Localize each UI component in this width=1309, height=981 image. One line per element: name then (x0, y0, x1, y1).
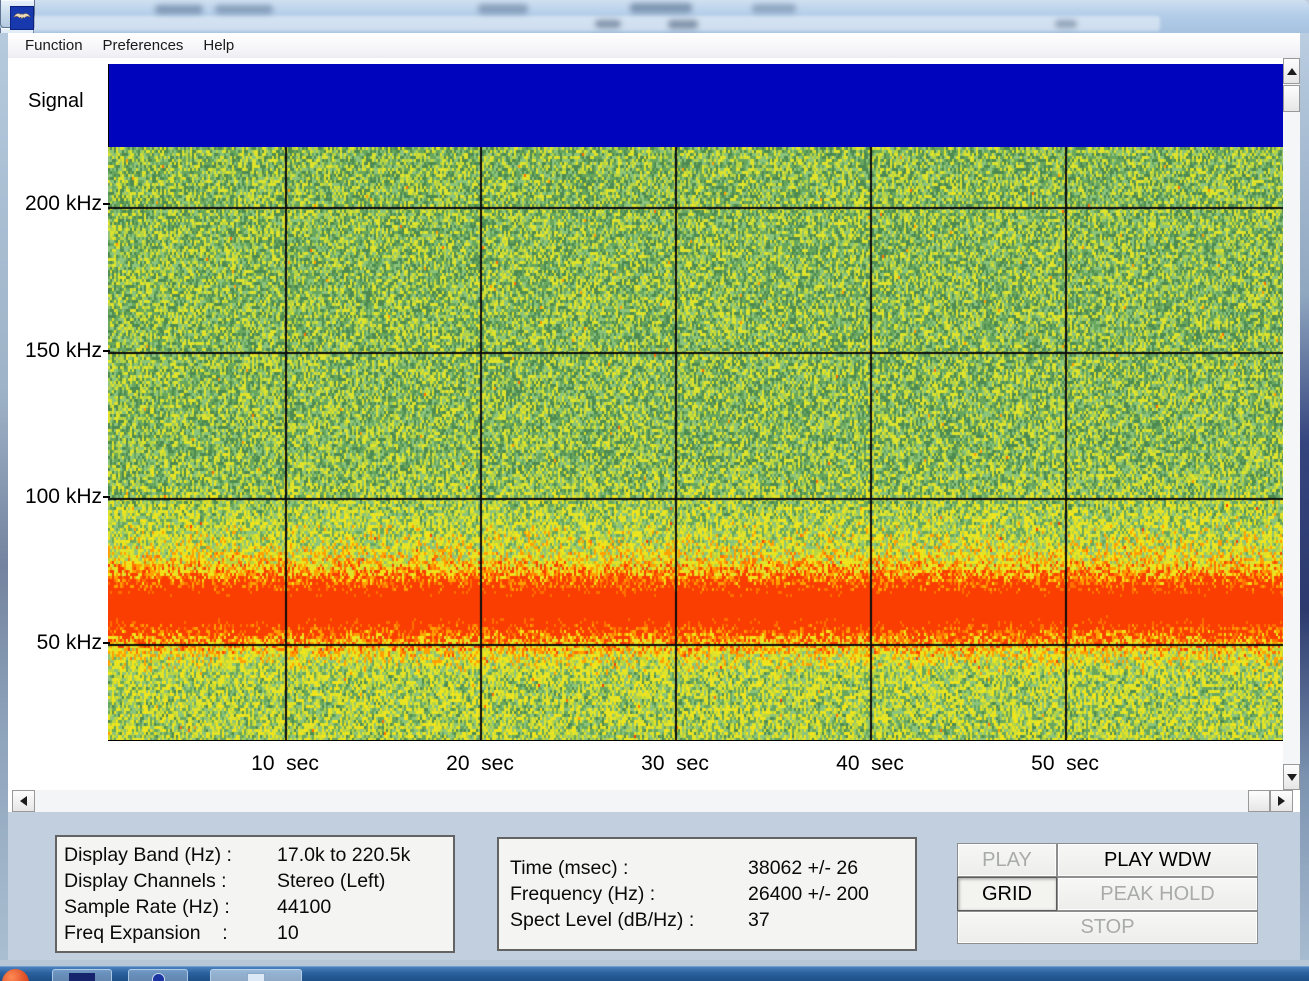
scroll-up-button[interactable] (1283, 58, 1300, 84)
ytick-100khz: 100 kHz (8, 485, 102, 509)
freq-expansion-label: Freq Expansion : (64, 920, 277, 946)
time-value: 38062 +/- 26 (748, 855, 858, 881)
menu-help[interactable]: Help (194, 37, 243, 54)
bat-icon (12, 8, 32, 28)
horizontal-scrollbar[interactable] (12, 790, 1293, 812)
ghost-toolbar-blob (595, 20, 621, 28)
display-band-label: Display Band (Hz) : (64, 842, 277, 868)
spect-level-row: Spect Level (dB/Hz) :37 (510, 907, 915, 933)
display-band-value: 17.0k to 220.5k (277, 842, 410, 868)
vertical-scroll-thumb[interactable] (1283, 85, 1300, 112)
sample-rate-label: Sample Rate (Hz) : (64, 894, 277, 920)
scroll-left-button[interactable] (12, 790, 35, 812)
freq-expansion-value: 10 (277, 920, 299, 946)
sample-rate-row: Sample Rate (Hz) :44100 (64, 894, 453, 920)
frequency-value: 26400 +/- 200 (748, 881, 869, 907)
ghost-text (752, 4, 796, 13)
display-channels-value: Stereo (Left) (277, 868, 385, 894)
signal-label: Signal (28, 90, 84, 113)
ghost-toolbar-blob (1055, 20, 1077, 28)
app-icon (247, 973, 265, 981)
vertical-scrollbar[interactable] (1283, 58, 1300, 790)
display-settings-panel: Display Band (Hz) :17.0k to 220.5k Displ… (55, 835, 455, 953)
xtick-20sec: 20 sec (410, 752, 550, 776)
xtick-10sec: 10 sec (215, 752, 355, 776)
app-icon-bat (10, 6, 34, 30)
ghost-text (630, 3, 692, 13)
taskbar-item-3[interactable] (210, 969, 302, 981)
stop-button[interactable]: STOP (957, 911, 1258, 944)
screen: ✕ Function Preferences Help Signal 200 k… (0, 0, 1309, 981)
taskbar-item-1[interactable] (52, 969, 112, 981)
spectrogram-view: Signal 200 kHz 150 kHz 100 kHz 50 kHz 10… (8, 58, 1300, 812)
peak-hold-button[interactable]: PEAK HOLD (1057, 877, 1258, 911)
xtick-30sec: 30 sec (605, 752, 745, 776)
ytick-mark (103, 496, 110, 498)
cursor-readout-panel: Time (msec) :38062 +/- 26 Frequency (Hz)… (497, 837, 917, 951)
ghost-text (478, 4, 528, 14)
titlebar[interactable]: ✕ (0, 0, 1309, 33)
menu-preferences[interactable]: Preferences (94, 37, 193, 54)
menu-function[interactable]: Function (16, 37, 92, 54)
xtick-40sec: 40 sec (800, 752, 940, 776)
frequency-row: Frequency (Hz) :26400 +/- 200 (510, 881, 915, 907)
spect-level-label: Spect Level (dB/Hz) : (510, 907, 748, 933)
window-left-border (0, 33, 8, 966)
arrow-right-icon (1278, 796, 1285, 806)
menubar: Function Preferences Help (8, 33, 1300, 59)
ghost-text (215, 5, 273, 14)
arrow-left-icon (20, 796, 27, 806)
time-label: Time (msec) : (510, 855, 748, 881)
display-channels-row: Display Channels :Stereo (Left) (64, 868, 453, 894)
start-button[interactable] (2, 969, 29, 981)
spectrogram-canvas[interactable] (108, 147, 1283, 741)
taskbar (0, 966, 1309, 981)
arrow-up-icon (1287, 68, 1297, 75)
scroll-down-button[interactable] (1283, 764, 1300, 790)
horizontal-scroll-thumb[interactable] (1248, 790, 1270, 812)
xtick-50sec: 50 sec (995, 752, 1135, 776)
display-band-row: Display Band (Hz) :17.0k to 220.5k (64, 842, 453, 868)
spect-level-value: 37 (748, 907, 770, 933)
window-right-border (1300, 33, 1309, 966)
time-row: Time (msec) :38062 +/- 26 (510, 855, 915, 881)
freq-expansion-row: Freq Expansion :10 (64, 920, 453, 946)
ghost-toolbar-blob (668, 20, 698, 29)
ytick-mark (103, 350, 110, 352)
signal-overview-band[interactable] (108, 64, 1284, 147)
arrow-down-icon (1287, 774, 1297, 781)
display-channels-label: Display Channels : (64, 868, 277, 894)
ytick-mark (103, 642, 110, 644)
ytick-50khz: 50 kHz (8, 631, 102, 655)
app-icon (152, 973, 165, 981)
ytick-150khz: 150 kHz (8, 339, 102, 363)
status-panel: Display Band (Hz) :17.0k to 220.5k Displ… (8, 812, 1300, 960)
taskbar-item-2[interactable] (128, 969, 188, 981)
play-wdw-button[interactable]: PLAY WDW (1057, 843, 1258, 877)
play-button[interactable]: PLAY (957, 843, 1057, 877)
ghost-text (155, 5, 203, 14)
ytick-200khz: 200 kHz (8, 192, 102, 216)
grid-button[interactable]: GRID (957, 877, 1057, 911)
app-icon (69, 973, 95, 981)
sample-rate-value: 44100 (277, 894, 331, 920)
scroll-right-button[interactable] (1270, 790, 1293, 812)
ytick-mark (103, 203, 110, 205)
frequency-label: Frequency (Hz) : (510, 881, 748, 907)
